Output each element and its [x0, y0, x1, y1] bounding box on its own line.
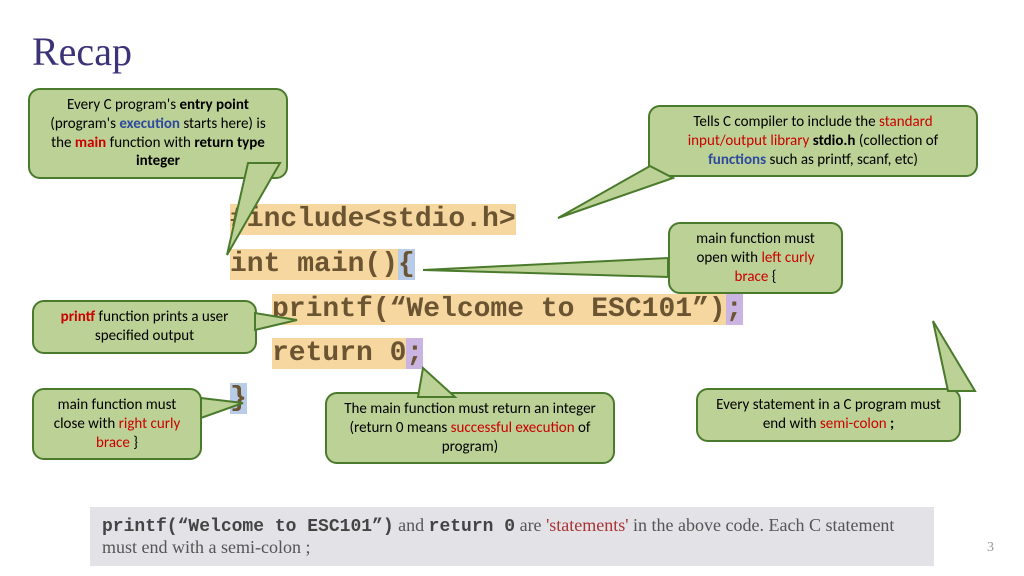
code-line-printf: printf(“Welcome to ESC101”) — [272, 294, 726, 325]
callout-stdio: Tells C compiler to include the standard… — [648, 105, 978, 177]
callout-printf: printf function prints a user specified … — [32, 300, 257, 354]
page-number: 3 — [987, 540, 994, 556]
code-open-brace: { — [398, 249, 415, 280]
code-block: #include<stdio.h> int main(){ printf(“We… — [230, 198, 743, 422]
callout-semicolon: Every statement in a C program must end … — [696, 388, 961, 442]
callout-close-brace: main function must close with right curl… — [32, 388, 202, 460]
page-title: Recap — [32, 28, 132, 75]
callout-open-brace: main function must open with left curly … — [668, 222, 843, 294]
code-line-main: int main() — [230, 249, 398, 280]
code-line-include: #include<stdio.h> — [230, 204, 516, 235]
callout-return: The main function must return an integer… — [325, 392, 615, 464]
code-semicolon-2: ; — [406, 338, 423, 369]
footer-note: printf(“Welcome to ESC101”) and return 0… — [90, 507, 934, 566]
code-line-return: return 0 — [272, 338, 406, 369]
callout-entry-point: Every C program's entry point (program's… — [28, 88, 288, 179]
code-semicolon-1: ; — [726, 294, 743, 325]
code-close-brace: } — [230, 383, 247, 414]
